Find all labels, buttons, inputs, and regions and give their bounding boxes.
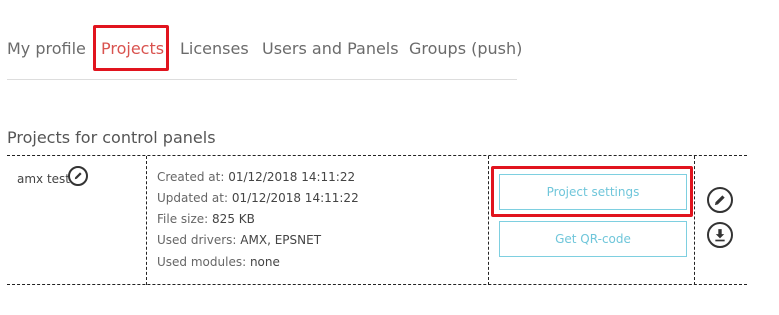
column-divider: [694, 156, 695, 285]
modules-value: none: [249, 255, 280, 269]
page: My profile Projects Licenses Users and P…: [0, 0, 779, 315]
highlight-settings-button: [491, 166, 693, 217]
updated-label: Updated at:: [157, 191, 228, 205]
tab-users-and-panels[interactable]: Users and Panels: [262, 39, 399, 58]
created-label: Created at:: [157, 170, 225, 184]
get-qr-code-button[interactable]: Get QR-code: [499, 221, 687, 257]
tab-divider: [7, 79, 517, 80]
project-name: amx test: [17, 172, 71, 186]
updated-at: Updated at: 01/12/2018 14:11:22: [157, 191, 359, 205]
download-icon[interactable]: [707, 222, 733, 248]
used-drivers: Used drivers: AMX, EPSNET: [157, 233, 321, 247]
tab-bar: My profile Projects Licenses Users and P…: [0, 0, 779, 80]
highlight-projects-tab: [93, 25, 169, 71]
pencil-icon[interactable]: [707, 187, 733, 213]
file-size: File size: 825 KB: [157, 212, 255, 226]
tab-groups-push[interactable]: Groups (push): [409, 39, 522, 58]
projects-table: amx test Created at: 01/12/2018 14:11:22…: [7, 155, 747, 285]
modules-label: Used modules:: [157, 255, 247, 269]
created-at: Created at: 01/12/2018 14:11:22: [157, 170, 355, 184]
created-value: 01/12/2018 14:11:22: [228, 170, 356, 184]
drivers-value: AMX, EPSNET: [240, 233, 322, 247]
column-divider: [146, 156, 147, 285]
tab-licenses[interactable]: Licenses: [180, 39, 249, 58]
drivers-label: Used drivers:: [157, 233, 237, 247]
pencil-icon[interactable]: [68, 166, 88, 186]
section-title: Projects for control panels: [7, 128, 216, 147]
used-modules: Used modules: none: [157, 255, 280, 269]
file-size-label: File size:: [157, 212, 209, 226]
file-size-value: 825 KB: [212, 212, 255, 226]
tab-my-profile[interactable]: My profile: [7, 39, 86, 58]
column-divider: [488, 156, 489, 285]
updated-value: 01/12/2018 14:11:22: [231, 191, 359, 205]
